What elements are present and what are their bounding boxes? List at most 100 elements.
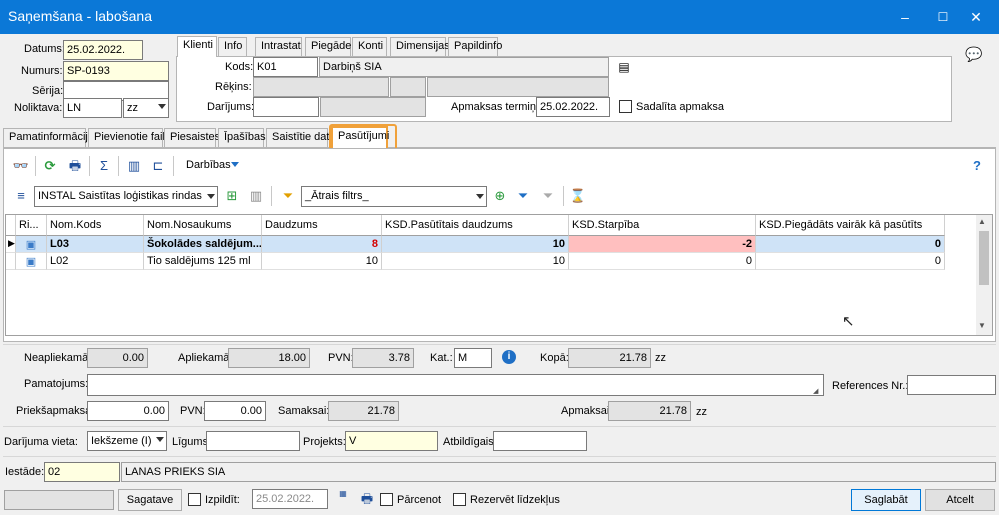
termins-field[interactable]: 25.02.2022. — [536, 97, 610, 117]
grid-header-nom-kods[interactable]: Nom.Kods — [47, 215, 144, 236]
tab-intrastat[interactable]: Intrastat — [255, 37, 302, 56]
row-1-nosaukums[interactable]: Šokolādes saldējum... — [144, 236, 262, 253]
view-list-icon: ≡ — [17, 188, 25, 203]
filter-select[interactable]: _Ātrais filtrs_ — [301, 186, 487, 207]
tab-piegade[interactable]: Piegāde — [305, 37, 351, 56]
pamatojums-field[interactable] — [87, 374, 824, 396]
tab-konti[interactable]: Konti — [352, 37, 387, 56]
darbibas-menu[interactable]: Darbības — [186, 159, 231, 171]
noliktava-label: Noliktava: — [14, 102, 63, 114]
row-1-vairak[interactable]: 0 — [756, 236, 945, 253]
grid-header-vairak[interactable]: KSD.Piegādāts vairāk kā pasūtīts — [756, 215, 945, 236]
rekins-field — [253, 77, 389, 97]
scroll-up-icon[interactable]: ▲ — [978, 217, 986, 226]
sum-icon[interactable]: Σ — [94, 156, 114, 176]
pvn2-field[interactable]: 0.00 — [204, 401, 266, 421]
tab-pievienotie-faili[interactable]: Pievienotie faili — [88, 128, 167, 147]
noliktava-field[interactable]: LN — [63, 98, 122, 118]
row-1-kods[interactable]: L03 — [47, 236, 144, 253]
title-bar: Saņemšana - labošana – ☐ ✕ — [0, 0, 999, 34]
apliekama-field: 18.00 — [228, 348, 310, 368]
scroll-thumb[interactable] — [979, 231, 989, 285]
vieta-select[interactable]: Iekšzeme (I) — [87, 431, 167, 451]
darijums-field[interactable] — [253, 97, 319, 117]
row-2-kods[interactable]: L02 — [47, 253, 144, 270]
client-card-icon[interactable]: ▤ — [614, 57, 634, 77]
tab-ipasibas[interactable]: Īpašības — [218, 128, 266, 147]
row-2-vairak[interactable]: 0 — [756, 253, 945, 270]
numurs-field[interactable]: SP-0193 — [63, 61, 169, 81]
help-icon[interactable]: ? — [967, 156, 987, 176]
tab-klienti[interactable]: Klienti — [177, 36, 217, 57]
print-icon[interactable]: 🖶 — [65, 156, 85, 176]
grid-header-ri[interactable]: Ri... — [16, 215, 47, 236]
row-2-pasutitais[interactable]: 10 — [382, 253, 569, 270]
grid-header-starpiba[interactable]: KSD.Starpība — [569, 215, 756, 236]
divider — [3, 344, 996, 345]
chat-icon[interactable]: 💬 — [964, 44, 984, 64]
rezervet-checkbox[interactable] — [453, 493, 466, 506]
atbildigais-label: Atbildīgais: — [443, 436, 497, 448]
tab-piesaistes[interactable]: Piesaistes — [164, 128, 220, 147]
divider — [3, 456, 996, 457]
cancel-button[interactable]: Atcelt — [925, 489, 995, 511]
izpildit-date-field[interactable]: 25.02.2022. — [252, 489, 328, 509]
row-1-daudzums[interactable]: 8 — [262, 236, 382, 253]
clear-filter-icon[interactable]: ⏷ — [538, 186, 558, 206]
references-field[interactable] — [907, 375, 996, 395]
columns-icon[interactable]: ▥ — [124, 156, 144, 176]
noliktava-select[interactable]: zz — [123, 98, 169, 118]
tab-dimensijas[interactable]: Dimensijas — [390, 37, 450, 56]
edit-filter-icon[interactable]: ⏷ — [513, 186, 533, 206]
chevron-down-icon — [476, 194, 484, 199]
grid-scrollbar[interactable]: ▲ ▼ — [976, 215, 992, 335]
hierarchy-icon[interactable]: ⊏ — [148, 156, 168, 176]
row-2-nosaukums[interactable]: Tio saldējums 125 ml — [144, 253, 262, 270]
add-filter-icon[interactable]: ⊕ — [490, 186, 510, 206]
row-indicator — [6, 253, 16, 270]
sadalita-checkbox[interactable] — [619, 100, 632, 113]
grid-header-daudzums[interactable]: Daudzums — [262, 215, 382, 236]
izpildit-checkbox[interactable] — [188, 493, 201, 506]
tab-info[interactable]: Info — [218, 37, 247, 56]
filter-icon[interactable]: ⏷ — [278, 186, 298, 206]
kat-field[interactable]: M — [454, 348, 492, 368]
print-icon[interactable]: 🖶 — [357, 489, 377, 509]
priekšapmaksa-field[interactable]: 0.00 — [87, 401, 169, 421]
grid-header-pasutitais[interactable]: KSD.Pasūtītais daudzums — [382, 215, 569, 236]
pamatojums-label: Pamatojums: — [24, 378, 89, 390]
iestade-field[interactable]: 02 — [44, 462, 120, 482]
parcenot-checkbox[interactable] — [380, 493, 393, 506]
vieta-label: Darījuma vieta: — [4, 436, 78, 448]
kods-field[interactable]: K01 — [253, 57, 318, 77]
date-picker-icon[interactable]: ▦ — [333, 489, 353, 509]
row-1-pasutitais[interactable]: 10 — [382, 236, 569, 253]
neapliekama-field: 0.00 — [87, 348, 148, 368]
rekins-field-3 — [427, 77, 609, 97]
datums-field[interactable]: 25.02.2022. — [63, 40, 143, 60]
view-select[interactable]: INSTAL Saistītas loģistikas rindas — [34, 186, 218, 207]
atbildigais-field[interactable] — [493, 431, 587, 451]
refresh-icon[interactable]: ⟳ — [40, 156, 60, 176]
projekts-field[interactable]: V — [345, 431, 438, 451]
row-1-starpiba[interactable]: -2 — [569, 236, 756, 253]
view-settings-icon[interactable]: ▥ — [246, 186, 266, 206]
save-button[interactable]: Saglabāt — [851, 489, 921, 511]
binoculars-icon[interactable]: 👓 — [11, 156, 31, 176]
resize-grip-icon[interactable]: ◢ — [813, 387, 818, 395]
grid-header-nom-nosaukums[interactable]: Nom.Nosaukums — [144, 215, 262, 236]
row-2-daudzums[interactable]: 10 — [262, 253, 382, 270]
info-icon[interactable]: i — [502, 350, 516, 364]
add-view-icon[interactable]: ⊞ — [222, 186, 242, 206]
tab-saistitie-dati[interactable]: Saistītie dati — [266, 128, 332, 147]
tab-pamatinformacija[interactable]: Pamatinformācija — [3, 128, 94, 147]
tab-papildinfo[interactable]: Papildinfo — [448, 37, 502, 56]
hourglass-icon[interactable]: ⌛ — [568, 186, 588, 206]
view-select-value: INSTAL Saistītas loģistikas rindas — [38, 190, 202, 202]
ligums-field[interactable] — [206, 431, 300, 451]
tab-pasutijumi[interactable]: Pasūtījumi — [331, 126, 389, 148]
scroll-down-icon[interactable]: ▼ — [978, 321, 986, 330]
priekšapmaksa-label: Priekšapmaksa: — [16, 405, 95, 417]
row-2-starpiba[interactable]: 0 — [569, 253, 756, 270]
close-button[interactable]: ✕ — [953, 0, 999, 34]
